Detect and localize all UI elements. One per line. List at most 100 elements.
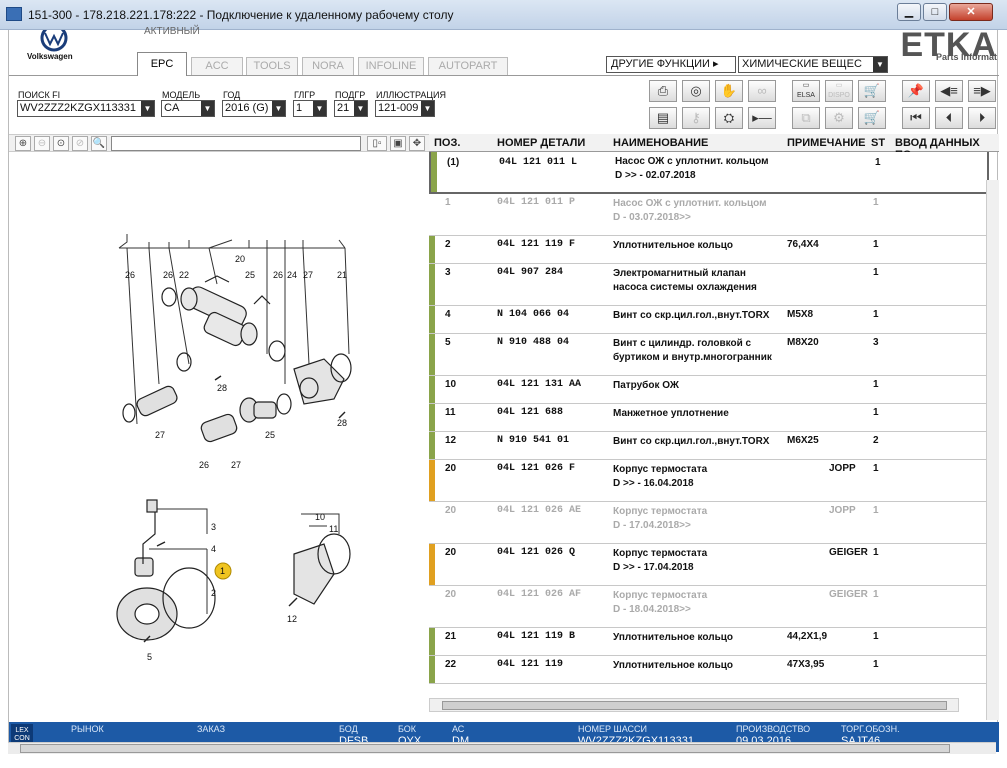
col-note[interactable]: ПРИМЕЧАНИЕ bbox=[787, 137, 866, 149]
cart-button[interactable]: 🛒 bbox=[858, 107, 886, 129]
col-part-no[interactable]: НОМЕР ДЕТАЛИ bbox=[497, 137, 585, 149]
parts-illustration[interactable]: 20 26 26 22 25 26 24 27 21 28 28 27 26 2… bbox=[9, 154, 429, 714]
callout[interactable]: 28 bbox=[337, 418, 347, 428]
chevron-down-icon[interactable]: ▼ bbox=[201, 101, 214, 116]
callout[interactable]: 12 bbox=[287, 614, 297, 624]
chevron-down-icon[interactable]: ▼ bbox=[313, 101, 326, 116]
table-row[interactable]: 20 04L 121 026 Q Корпус термостата D >> - … bbox=[429, 544, 989, 586]
search-part-button[interactable]: ◎ bbox=[682, 80, 710, 102]
callout[interactable]: 2 bbox=[211, 588, 216, 598]
grid-vertical-scrollbar[interactable] bbox=[986, 180, 999, 720]
chevron-down-icon[interactable]: ▼ bbox=[354, 101, 367, 116]
callout[interactable]: 26 bbox=[163, 270, 173, 280]
callout[interactable]: 27 bbox=[303, 270, 313, 280]
goto-button[interactable]: ▸— bbox=[748, 107, 776, 129]
prev-page-button[interactable]: ⏴ bbox=[935, 107, 963, 129]
table-row[interactable]: 20 04L 121 026 AF Корпус термостата D - 18… bbox=[429, 586, 989, 628]
table-row[interactable]: 2 04L 121 119 F Уплотнительное кольцо 76,4X… bbox=[429, 236, 989, 264]
table-row[interactable]: 21 04L 121 119 B Уплотнительное кольцо 44,2… bbox=[429, 628, 989, 656]
tab-tools[interactable]: TOOLS bbox=[246, 57, 298, 75]
chevron-down-icon[interactable]: ▼ bbox=[873, 57, 887, 72]
callout[interactable]: 28 bbox=[217, 383, 227, 393]
table-row[interactable]: 12 N 910 541 01 Винт со скр.цил.гол.,внут.… bbox=[429, 432, 989, 460]
zoom-out-icon[interactable]: ⊖ bbox=[34, 136, 50, 151]
tab-infoline[interactable]: INFOLINE bbox=[358, 57, 424, 75]
chevron-down-icon[interactable]: ▼ bbox=[421, 101, 434, 116]
callout[interactable]: 11 bbox=[329, 524, 338, 534]
layout-icon[interactable]: ▣ bbox=[390, 136, 406, 151]
table-row[interactable]: 11 04L 121 688 Манжетное уплотнение 1 bbox=[429, 404, 989, 432]
callout[interactable]: 27 bbox=[155, 430, 165, 440]
split-view-icon[interactable]: ▯▫ bbox=[367, 136, 387, 151]
callout[interactable]: 25 bbox=[245, 270, 255, 280]
pin-button[interactable]: 📌 bbox=[902, 80, 930, 102]
zoom-fit-icon[interactable]: ⊙ bbox=[53, 136, 69, 151]
vehicle-button[interactable]: ⛭ bbox=[715, 107, 743, 129]
next-page-button[interactable]: ⏵ bbox=[968, 107, 996, 129]
chemicals-select[interactable]: ХИМИЧЕСКИЕ ВЕЩЕС ▼ bbox=[738, 56, 888, 73]
callout[interactable]: 26 bbox=[125, 270, 135, 280]
cart-add-button[interactable]: 🛒 bbox=[858, 80, 886, 102]
key-button[interactable]: ⚷ bbox=[682, 107, 710, 129]
elsa-button[interactable]: ▭ ELSA bbox=[792, 80, 820, 102]
window-horizontal-scrollbar[interactable] bbox=[8, 742, 996, 754]
chevron-down-icon[interactable]: ▼ bbox=[141, 101, 154, 116]
image-search-input[interactable] bbox=[111, 136, 361, 151]
table-row[interactable]: 20 04L 121 026 F Корпус термостата D >> - … bbox=[429, 460, 989, 502]
callout[interactable]: 21 bbox=[337, 270, 347, 280]
minimize-button[interactable]: ▁ bbox=[897, 3, 921, 21]
table-row[interactable]: 22 04L 121 119 Уплотнительное кольцо 47X3,9… bbox=[429, 656, 989, 684]
maingroup-select[interactable]: 1 ▼ bbox=[293, 100, 327, 117]
maximize-button[interactable]: □ bbox=[923, 3, 947, 21]
table-row[interactable]: 3 04L 907 284 Электромагнитный клапан насо… bbox=[429, 264, 989, 306]
tab-nora[interactable]: NORA bbox=[302, 57, 354, 75]
table-row[interactable]: 20 04L 121 026 AE Корпус термостата D - 17… bbox=[429, 502, 989, 544]
tools-button[interactable]: ⚙ bbox=[825, 107, 853, 129]
list-view-button[interactable]: ▤ bbox=[649, 107, 677, 129]
callout[interactable]: 25 bbox=[265, 430, 275, 440]
service-button[interactable]: ∞ bbox=[748, 80, 776, 102]
fi-select[interactable]: WV2ZZZ2KZGX113331 ▼ bbox=[17, 100, 155, 117]
resize-icon[interactable]: ✥ bbox=[409, 136, 425, 151]
callout[interactable]: 26 bbox=[273, 270, 283, 280]
forward-list-button[interactable]: ≡▶ bbox=[968, 80, 996, 102]
table-row[interactable]: 1 04L 121 011 P Насос ОЖ с уплотнит. кольц… bbox=[429, 194, 989, 236]
tab-autopart[interactable]: AUTOPART bbox=[428, 57, 508, 75]
close-button[interactable]: ✕ bbox=[949, 3, 993, 21]
grid-horizontal-scrollbar[interactable] bbox=[429, 698, 959, 712]
callout[interactable]: 27 bbox=[231, 460, 241, 470]
dispo-button[interactable]: ▭ DISPO bbox=[825, 80, 853, 102]
tab-acc[interactable]: ACC bbox=[191, 57, 243, 75]
print-button[interactable]: ⎙ bbox=[649, 80, 677, 102]
zoom-reset-icon[interactable]: ⊘ bbox=[72, 136, 88, 151]
model-select[interactable]: CA ▼ bbox=[161, 100, 215, 117]
callout[interactable]: 3 bbox=[211, 522, 216, 532]
copy-button[interactable]: ⧉ bbox=[792, 107, 820, 129]
callout[interactable]: 20 bbox=[235, 254, 245, 264]
year-select[interactable]: 2016 (G) ▼ bbox=[222, 100, 286, 117]
illustration-select[interactable]: 121-009 ▼ bbox=[375, 100, 435, 117]
col-pos[interactable]: ПОЗ. bbox=[434, 137, 460, 149]
other-functions-button[interactable]: ДРУГИЕ ФУНКЦИИ ▸ bbox=[606, 56, 736, 73]
callout[interactable]: 5 bbox=[147, 652, 152, 662]
callout[interactable]: 1 bbox=[220, 566, 225, 576]
table-row[interactable]: 5 N 910 488 04 Винт с цилиндр. головкой с … bbox=[429, 334, 989, 376]
back-list-button[interactable]: ◀≡ bbox=[935, 80, 963, 102]
search-icon[interactable]: 🔍 bbox=[91, 136, 107, 151]
subgroup-select[interactable]: 21 ▼ bbox=[334, 100, 368, 117]
scroll-thumb[interactable] bbox=[442, 701, 947, 710]
scroll-thumb[interactable] bbox=[20, 744, 950, 753]
callout[interactable]: 24 bbox=[287, 270, 297, 280]
col-name[interactable]: НАИМЕНОВАНИЕ bbox=[613, 137, 708, 149]
table-row[interactable]: (1) 04L 121 011 L Насос ОЖ с уплотнит. кол… bbox=[429, 152, 989, 194]
zoom-in-icon[interactable]: ⊕ bbox=[15, 136, 31, 151]
callout[interactable]: 10 bbox=[315, 512, 325, 522]
table-row[interactable]: 4 N 104 066 04 Винт со скр.цил.гол.,внут.T… bbox=[429, 306, 989, 334]
first-page-button[interactable]: ⏮ bbox=[902, 107, 930, 129]
tab-epc[interactable]: EPC bbox=[137, 52, 187, 76]
handshake-button[interactable]: ✋ bbox=[715, 80, 743, 102]
col-st[interactable]: ST bbox=[871, 137, 885, 149]
callout[interactable]: 26 bbox=[199, 460, 209, 470]
table-row[interactable]: 10 04L 121 131 AA Патрубок ОЖ 1 bbox=[429, 376, 989, 404]
callout[interactable]: 22 bbox=[179, 270, 189, 280]
